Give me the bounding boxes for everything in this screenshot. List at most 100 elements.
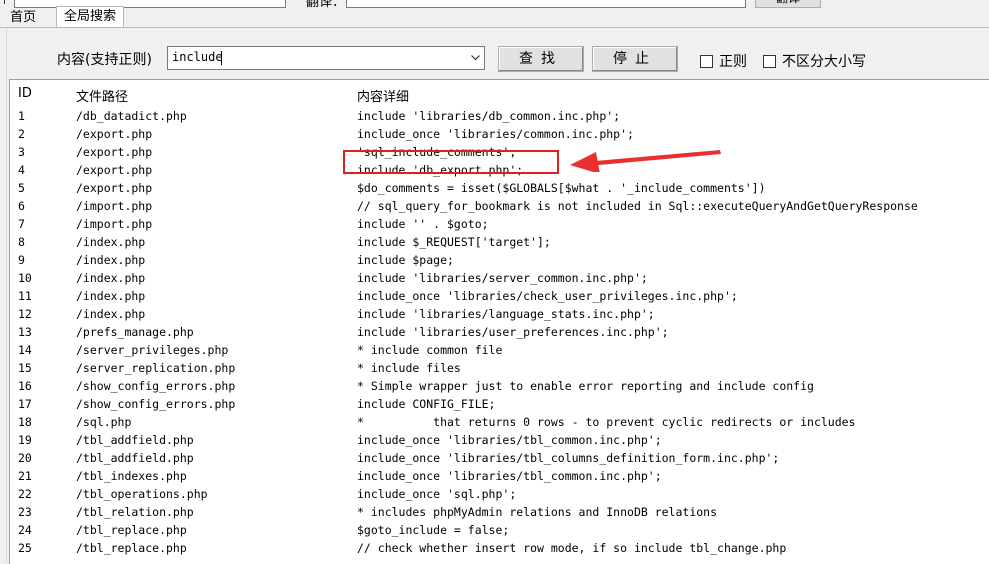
cell-detail: include_once 'libraries/tbl_common.inc.p… <box>357 433 662 447</box>
table-row[interactable]: 21/tbl_indexes.php include_once 'librarie… <box>10 467 989 485</box>
cell-id: 15 <box>18 361 32 375</box>
cell-path: /tbl_indexes.php <box>76 469 187 483</box>
tab-global-search[interactable]: 全局搜索 <box>56 6 125 29</box>
cell-detail: include $page; <box>357 253 454 267</box>
cell-detail: include CONFIG_FILE; <box>357 397 496 411</box>
cell-id: 19 <box>18 433 32 447</box>
cell-path: /index.php <box>76 307 146 321</box>
cell-detail: include 'libraries/language_stats.inc.ph… <box>357 307 655 321</box>
table-row[interactable]: 12/index.php include 'libraries/language_… <box>10 305 989 323</box>
cell-detail: include_once 'libraries/tbl_common.inc.p… <box>357 469 662 483</box>
find-button[interactable]: 查找 <box>498 46 584 72</box>
case-checkbox-box[interactable] <box>763 54 776 68</box>
cell-detail: include_once 'libraries/tbl_columns_defi… <box>357 451 780 465</box>
cell-path: /index.php <box>76 271 146 285</box>
table-row[interactable]: 5/export.php $do_comments = isset($GLOBAL… <box>10 179 989 197</box>
cell-path: /tbl_relation.php <box>76 505 194 519</box>
cell-path: /db_datadict.php <box>76 109 187 123</box>
search-label: 内容(支持正则) <box>57 52 152 68</box>
window-edge <box>0 0 5 4</box>
cell-path: /server_replication.php <box>76 361 236 375</box>
cell-detail: // sql_query_for_bookmark is not include… <box>357 199 918 213</box>
cell-id: 11 <box>18 289 32 303</box>
text-caret <box>221 51 222 65</box>
cell-path: /export.php <box>76 127 153 141</box>
cell-path: /tbl_operations.php <box>76 487 208 501</box>
column-header-detail[interactable]: 内容详细 <box>357 86 409 105</box>
cell-detail: include_once 'sql.php'; <box>357 487 517 501</box>
cell-id: 3 <box>18 145 25 159</box>
table-row[interactable]: 14/server_privileges.php * include common… <box>10 341 989 359</box>
cell-id: 8 <box>18 235 25 249</box>
search-input[interactable]: include <box>167 46 485 70</box>
cell-id: 7 <box>18 217 25 231</box>
cell-path: /export.php <box>76 163 153 177</box>
cell-detail: * include common file <box>357 343 503 357</box>
cell-id: 10 <box>18 271 32 285</box>
cell-detail: include '' . $goto; <box>357 217 489 231</box>
table-row[interactable]: 20/tbl_addfield.php include_once 'librari… <box>10 449 989 467</box>
table-row[interactable]: 2/export.php include_once 'libraries/comm… <box>10 125 989 143</box>
table-row[interactable]: 16/show_config_errors.php * Simple wrappe… <box>10 377 989 395</box>
cell-detail: include $_REQUEST['target']; <box>357 235 551 249</box>
chevron-down-icon[interactable] <box>467 47 484 69</box>
table-row[interactable]: 24/tbl_replace.php $goto_include = false; <box>10 521 989 539</box>
cell-detail: include_once 'libraries/check_user_privi… <box>357 289 738 303</box>
table-row[interactable]: 11/index.php include_once 'libraries/chec… <box>10 287 989 305</box>
cell-detail: * include files <box>357 361 461 375</box>
regex-checkbox[interactable]: 正则 <box>700 51 747 71</box>
cell-detail: * includes phpMyAdmin relations and Inno… <box>357 505 718 519</box>
cell-path: /sql.php <box>76 415 132 429</box>
cell-id: 23 <box>18 505 32 519</box>
cell-detail: * Simple wrapper just to enable error re… <box>357 379 814 393</box>
cell-path: /import.php <box>76 217 153 231</box>
table-row[interactable]: 22/tbl_operations.php include_once 'sql.p… <box>10 485 989 503</box>
cell-path: /show_config_errors.php <box>76 397 236 411</box>
cell-path: /tbl_addfield.php <box>76 451 194 465</box>
cell-id: 4 <box>18 163 25 177</box>
table-row[interactable]: 7/import.php include '' . $goto; <box>10 215 989 233</box>
cell-id: 20 <box>18 451 32 465</box>
regex-checkbox-box[interactable] <box>700 54 713 68</box>
column-header-path[interactable]: 文件路径 <box>76 86 128 105</box>
cell-path: /server_privileges.php <box>76 343 229 357</box>
table-row[interactable]: 6/import.php // sql_query_for_bookmark is… <box>10 197 989 215</box>
red-arrow-icon <box>570 150 721 172</box>
table-row[interactable]: 18/sql.php * that returns 0 rows - to pre… <box>10 413 989 431</box>
cell-id: 6 <box>18 199 25 213</box>
cell-id: 16 <box>18 379 32 393</box>
column-header-id[interactable]: ID <box>18 86 32 101</box>
table-row[interactable]: 1/db_datadict.php include 'libraries/db_c… <box>10 107 989 125</box>
regex-checkbox-label: 正则 <box>719 54 747 70</box>
cell-detail: // check whether insert row mode, if so … <box>357 541 787 555</box>
cell-id: 9 <box>18 253 25 267</box>
stop-button[interactable]: 停止 <box>592 46 678 72</box>
case-checkbox-label: 不区分大小写 <box>782 54 866 70</box>
cell-detail: include 'libraries/user_preferences.inc.… <box>357 325 669 339</box>
table-row[interactable]: 10/index.php include 'libraries/server_co… <box>10 269 989 287</box>
cell-id: 21 <box>18 469 32 483</box>
cell-path: /tbl_replace.php <box>76 541 187 555</box>
table-row[interactable]: 13/prefs_manage.php include 'libraries/us… <box>10 323 989 341</box>
cell-id: 14 <box>18 343 32 357</box>
cell-id: 1 <box>18 109 25 123</box>
table-row[interactable]: 19/tbl_addfield.php include_once 'librari… <box>10 431 989 449</box>
table-row[interactable]: 23/tbl_relation.php * includes phpMyAdmin… <box>10 503 989 521</box>
cell-id: 24 <box>18 523 32 537</box>
cell-id: 2 <box>18 127 25 141</box>
table-row[interactable]: 17/show_config_errors.php include CONFIG_… <box>10 395 989 413</box>
table-row[interactable]: 8/index.php include $_REQUEST['target']; <box>10 233 989 251</box>
cell-path: /tbl_replace.php <box>76 523 187 537</box>
cell-detail: * that returns 0 rows - to prevent cycli… <box>357 415 856 429</box>
cell-path: /import.php <box>76 199 153 213</box>
cell-id: 5 <box>18 181 25 195</box>
tab-home[interactable]: 首页 <box>4 8 42 28</box>
table-row[interactable]: 25/tbl_replace.php // check whether inser… <box>10 539 989 557</box>
table-row[interactable]: 9/index.php include $page; <box>10 251 989 269</box>
cell-detail: $goto_include = false; <box>357 523 510 537</box>
cell-detail: include 'libraries/db_common.inc.php'; <box>357 109 621 123</box>
cell-path: /index.php <box>76 235 146 249</box>
case-insensitive-checkbox[interactable]: 不区分大小写 <box>763 51 866 71</box>
table-row[interactable]: 15/server_replication.php * include files <box>10 359 989 377</box>
cell-id: 18 <box>18 415 32 429</box>
